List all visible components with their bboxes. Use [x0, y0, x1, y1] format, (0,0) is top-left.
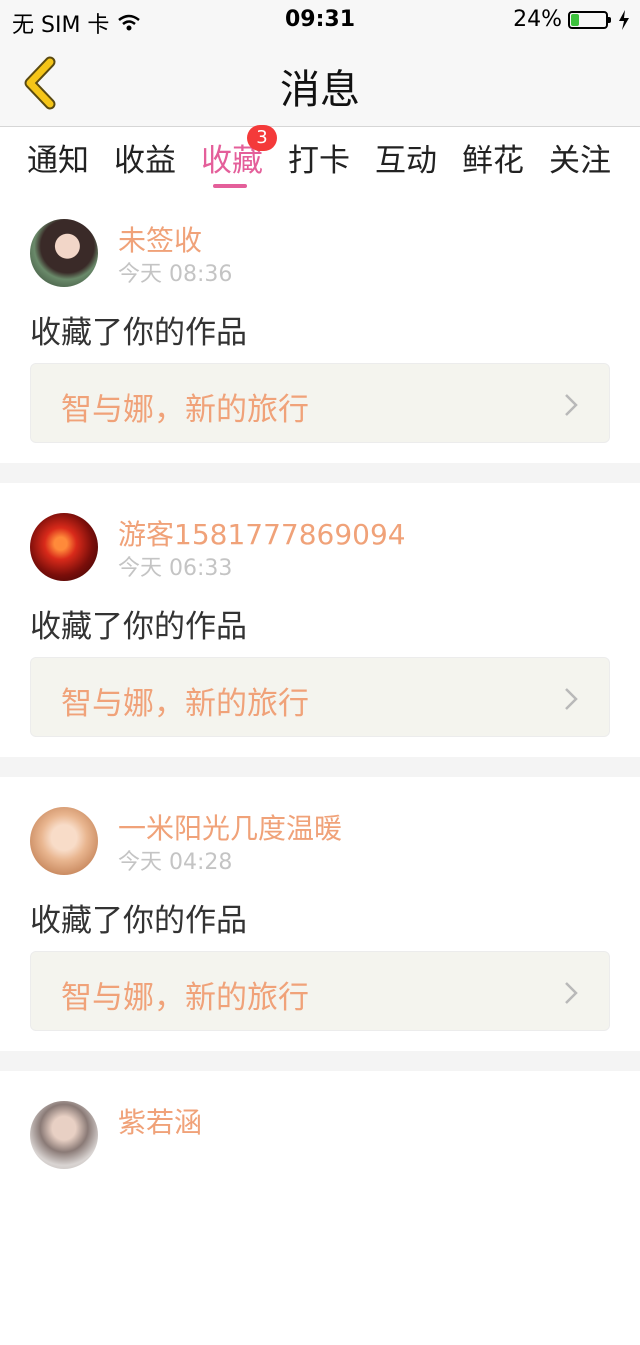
tab-follow[interactable]: 关注 [545, 135, 615, 180]
tab-label: 通知 [27, 143, 89, 179]
tab-favorites[interactable]: 收藏 3 [197, 125, 277, 188]
message-time: 今天 04:28 [118, 850, 233, 875]
message-action: 收藏了你的作品 [30, 315, 247, 351]
message-card: 紫若涵 [0, 1071, 640, 1345]
tab-label: 打卡 [288, 143, 350, 179]
battery-icon [568, 10, 611, 29]
message-list: 未签收 今天 08:36 收藏了你的作品 智与娜，新的旅行 游客15817778… [0, 189, 640, 1345]
work-title: 智与娜，新的旅行 [61, 980, 309, 1016]
user-name[interactable]: 未签收 [118, 219, 202, 259]
message-card: 游客1581777869094 今天 06:33 收藏了你的作品 智与娜，新的旅… [0, 483, 640, 757]
message-card: 一米阳光几度温暖 今天 04:28 收藏了你的作品 智与娜，新的旅行 [0, 777, 640, 1051]
user-name[interactable]: 一米阳光几度温暖 [118, 807, 342, 847]
tab-earnings[interactable]: 收益 [110, 135, 180, 180]
page-title: 消息 [280, 67, 360, 113]
active-tab-indicator [213, 184, 247, 188]
tab-label: 收益 [114, 143, 176, 179]
list-divider [0, 1051, 640, 1071]
avatar[interactable] [30, 1101, 98, 1169]
unread-badge: 3 [247, 125, 277, 151]
charging-icon [619, 9, 629, 30]
battery-level [571, 13, 580, 26]
work-link[interactable]: 智与娜，新的旅行 [30, 951, 610, 1031]
tab-bar: 通知 收益 收藏 3 打卡 互动 鲜花 关注 [0, 125, 640, 189]
message-time: 今天 06:33 [118, 556, 233, 581]
tab-label: 互动 [375, 143, 437, 179]
tab-label: 关注 [549, 143, 611, 179]
tab-label: 鲜花 [462, 143, 524, 179]
list-divider [0, 463, 640, 483]
tab-checkin[interactable]: 打卡 [284, 135, 354, 180]
message-action: 收藏了你的作品 [30, 609, 247, 645]
avatar[interactable] [30, 513, 98, 581]
avatar[interactable] [30, 807, 98, 875]
tab-flowers[interactable]: 鲜花 [458, 135, 528, 180]
chevron-right-icon [565, 394, 578, 416]
message-card: 未签收 今天 08:36 收藏了你的作品 智与娜，新的旅行 [0, 189, 640, 463]
tab-interaction[interactable]: 互动 [371, 135, 441, 180]
user-name[interactable]: 紫若涵 [118, 1101, 202, 1141]
message-time: 今天 08:36 [118, 262, 233, 287]
avatar[interactable] [30, 219, 98, 287]
list-divider [0, 757, 640, 777]
status-right: 24% [513, 7, 630, 32]
user-name[interactable]: 游客1581777869094 [118, 513, 406, 553]
work-link[interactable]: 智与娜，新的旅行 [30, 363, 610, 443]
chevron-right-icon [565, 688, 578, 710]
message-action: 收藏了你的作品 [30, 903, 247, 939]
chevron-right-icon [565, 982, 578, 1004]
work-title: 智与娜，新的旅行 [61, 392, 309, 428]
battery-percent: 24% [513, 7, 562, 32]
work-link[interactable]: 智与娜，新的旅行 [30, 657, 610, 737]
tab-notifications[interactable]: 通知 [23, 135, 93, 180]
navigation-bar: 消息 [0, 40, 640, 127]
status-bar: 无 SIM 卡 09:31 24% [0, 0, 640, 40]
work-title: 智与娜，新的旅行 [61, 686, 309, 722]
